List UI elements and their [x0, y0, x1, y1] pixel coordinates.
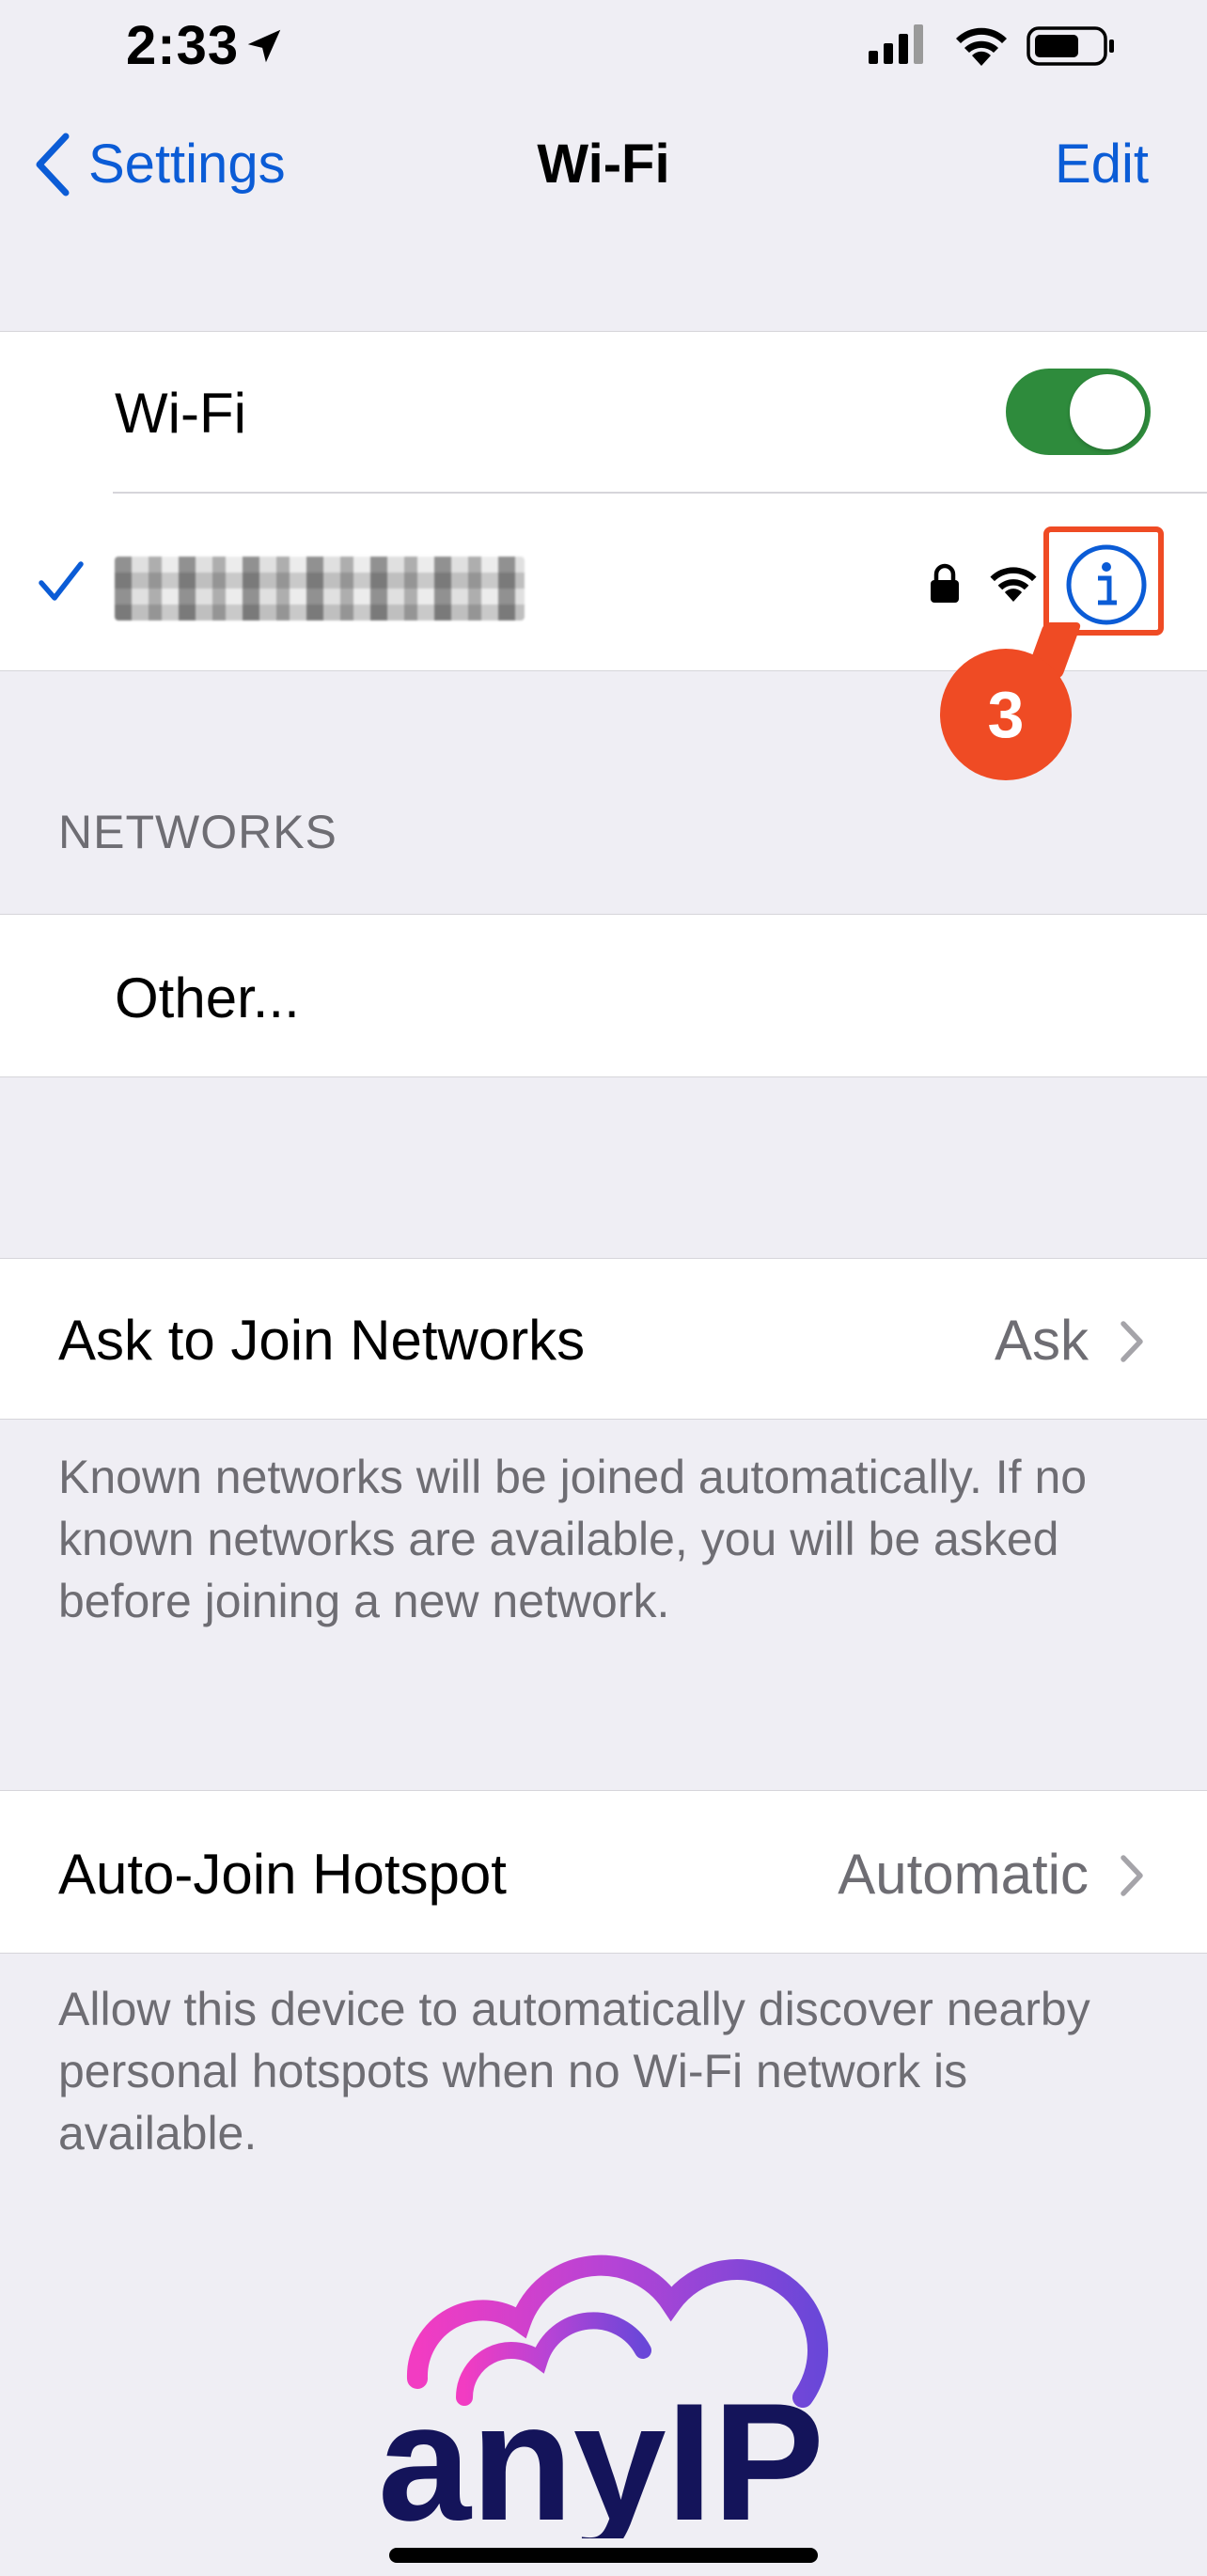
auto-join-hotspot-value: Automatic — [838, 1843, 1089, 1906]
wifi-toggle-label: Wi-Fi — [115, 382, 246, 445]
status-time: 2:33 — [126, 15, 240, 76]
location-arrow-icon — [247, 29, 281, 63]
checkmark-icon — [39, 561, 84, 601]
chevron-right-icon — [1121, 1321, 1143, 1362]
annotation-step-badge: 3 — [940, 649, 1072, 780]
anyip-logo-text: anyIP — [378, 2368, 824, 2538]
edit-button[interactable]: Edit — [1055, 132, 1149, 197]
wifi-row-divider — [113, 492, 1207, 494]
auto-join-hotspot-label: Auto-Join Hotspot — [58, 1843, 507, 1906]
home-indicator[interactable] — [389, 2548, 818, 2563]
networks-section-label: NETWORKS — [58, 806, 337, 858]
ask-to-join-note: Known networks will be joined automatica… — [58, 1451, 1088, 1627]
ask-to-join-label: Ask to Join Networks — [58, 1309, 586, 1372]
toggle-knob — [1070, 374, 1145, 449]
ask-to-join-value: Ask — [994, 1309, 1089, 1372]
connected-network-name[interactable] — [115, 557, 525, 620]
chevron-right-icon — [1121, 1855, 1143, 1896]
auto-join-hotspot-note: Allow this device to automatically disco… — [58, 1983, 1090, 2160]
anyip-logo: anyIP — [378, 2254, 829, 2538]
annotation-highlight-box — [1043, 526, 1164, 636]
lock-icon — [931, 563, 959, 603]
cellular-signal-icon — [869, 24, 923, 64]
wifi-toggle[interactable] — [1006, 369, 1151, 455]
back-button-label: Settings — [88, 134, 286, 195]
chevron-left-icon — [36, 133, 70, 196]
back-button[interactable]: Settings — [34, 132, 286, 197]
wifi-icon — [956, 27, 1007, 66]
battery-icon — [1027, 26, 1114, 66]
network-item-other[interactable]: Other... — [115, 965, 300, 1032]
wifi-signal-icon — [990, 567, 1037, 602]
